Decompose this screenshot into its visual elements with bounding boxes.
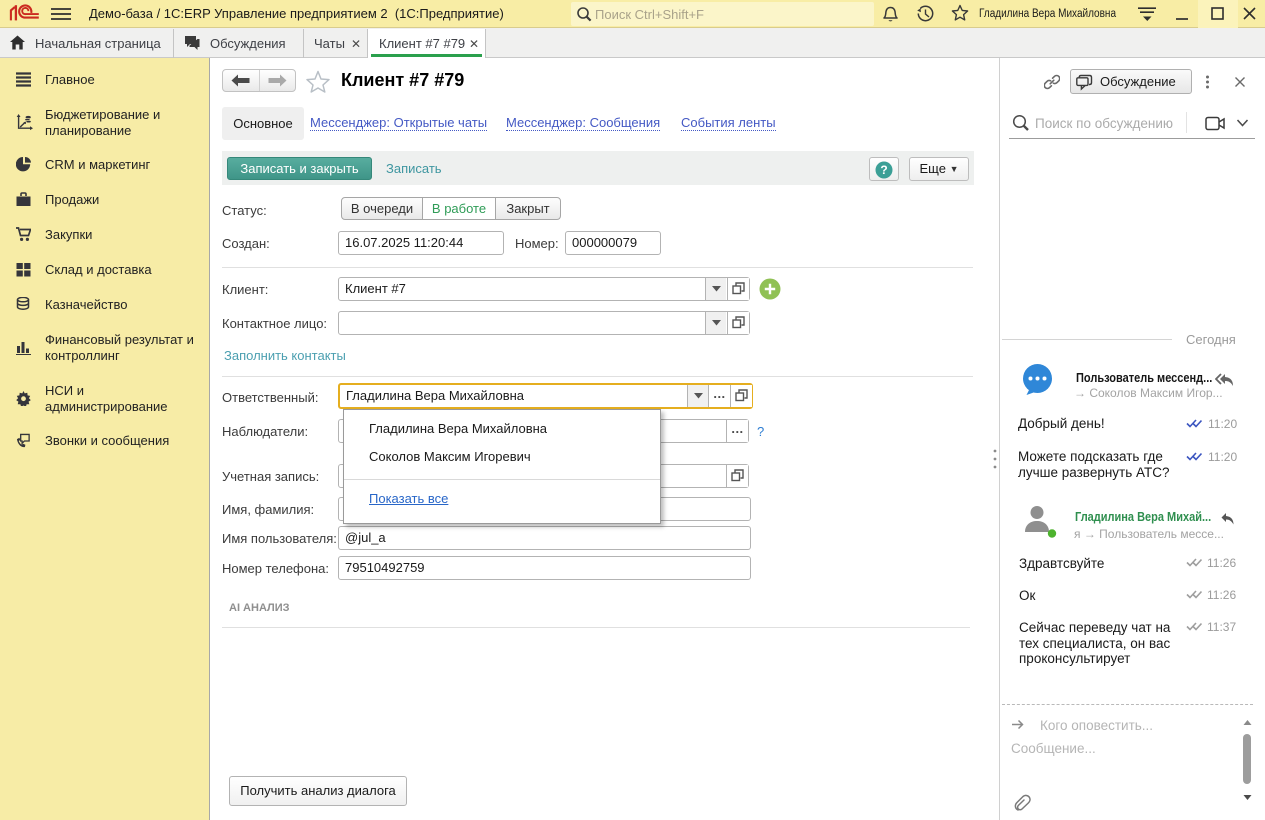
- svg-text:?: ?: [880, 163, 887, 177]
